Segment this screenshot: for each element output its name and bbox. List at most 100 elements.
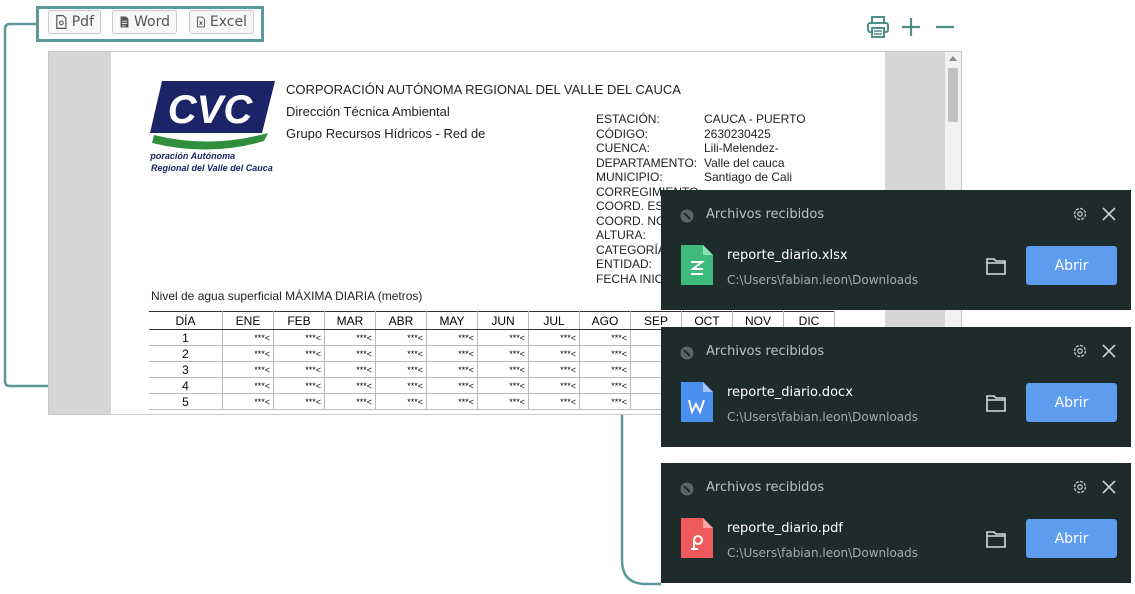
scroll-up-arrow-icon[interactable]	[949, 56, 957, 61]
settings-gear-icon[interactable]	[1072, 343, 1088, 359]
doc-direction: Dirección Técnica Ambiental	[286, 104, 450, 119]
station-value: Lili-Melendez-	[704, 141, 779, 155]
zoom-out-button[interactable]	[932, 14, 958, 40]
value-cell: ***<	[426, 361, 478, 378]
value-cell: ***<	[375, 345, 427, 362]
export-pdf-button[interactable]: Pdf	[48, 10, 101, 34]
print-button[interactable]	[865, 14, 891, 40]
value-cell: ***<	[222, 329, 274, 346]
value-cell: ***<	[222, 377, 274, 394]
svg-text:CVC: CVC	[168, 88, 254, 132]
col-header: ENE	[222, 311, 274, 330]
svg-text:Corporación Autónoma: Corporación Autónoma	[150, 151, 235, 161]
station-label: CUENCA:	[596, 141, 651, 155]
col-header: DÍA	[149, 311, 223, 330]
logo-caption: Regional del Valle del Cauca	[151, 163, 273, 173]
file-path: C:\Users\fabian.leon\Downloads	[727, 546, 919, 560]
value-cell: ***<	[477, 361, 529, 378]
minus-icon	[936, 25, 954, 29]
doc-org-title: CORPORACIÓN AUTÓNOMA REGIONAL DEL VALLE …	[286, 82, 681, 97]
export-word-label: Word	[134, 14, 170, 30]
col-header: ABR	[375, 311, 427, 330]
day-cell: 3	[149, 361, 223, 378]
value-cell: ***<	[273, 329, 325, 346]
settings-gear-icon[interactable]	[1072, 479, 1088, 495]
value-cell: ***<	[273, 361, 325, 378]
value-cell: ***<	[477, 377, 529, 394]
notification-docx: Archivos recibidos reporte_diario.docx C…	[661, 327, 1131, 447]
value-cell: ***<	[375, 377, 427, 394]
file-path: C:\Users\fabian.leon\Downloads	[727, 410, 919, 424]
file-name: reporte_diario.xlsx	[727, 248, 848, 263]
value-cell: ***<	[426, 377, 478, 394]
value-cell: ***<	[477, 393, 529, 410]
col-header: MAY	[426, 311, 478, 330]
day-cell: 5	[149, 393, 223, 410]
col-header: MAR	[324, 311, 376, 330]
word-file-icon	[120, 16, 129, 28]
notification-app-icon	[680, 482, 694, 496]
export-excel-button[interactable]: Excel	[189, 10, 254, 34]
pdf-file-icon	[681, 518, 713, 558]
close-icon[interactable]	[1101, 479, 1117, 495]
cvc-logo: CVC Corporación Autónoma	[150, 81, 275, 161]
value-cell: ***<	[579, 361, 631, 378]
value-cell: ***<	[426, 393, 478, 410]
value-cell: ***<	[273, 377, 325, 394]
word-file-icon	[681, 382, 713, 422]
file-name: reporte_diario.pdf	[727, 521, 843, 536]
value-cell: ***<	[477, 345, 529, 362]
export-word-button[interactable]: Word	[112, 10, 177, 34]
table-title: Nivel de agua superficial MÁXIMA DIARIA …	[151, 289, 423, 303]
open-file-button[interactable]: Abrir	[1026, 519, 1117, 558]
excel-file-icon	[681, 245, 713, 285]
station-label: CÓDIGO:	[596, 126, 649, 141]
col-header: JUN	[477, 311, 529, 330]
value-cell: ***<	[273, 393, 325, 410]
value-cell: ***<	[528, 393, 580, 410]
settings-gear-icon[interactable]	[1072, 206, 1088, 222]
col-header: FEB	[273, 311, 325, 330]
folder-icon[interactable]	[986, 257, 1006, 275]
station-value: Valle del cauca	[704, 155, 785, 170]
value-cell: ***<	[324, 361, 376, 378]
value-cell: ***<	[324, 377, 376, 394]
open-file-button[interactable]: Abrir	[1026, 383, 1117, 422]
station-value: CAUCA - PUERTO	[704, 112, 806, 126]
col-header: JUL	[528, 311, 580, 330]
value-cell: ***<	[324, 329, 376, 346]
notification-xlsx: Archivos recibidos reporte_diario.xlsx C…	[661, 190, 1131, 310]
station-label: ESTACIÓN:	[596, 112, 660, 126]
zoom-in-button[interactable]	[898, 14, 924, 40]
notification-title: Archivos recibidos	[706, 344, 825, 359]
day-cell: 4	[149, 377, 223, 394]
close-icon[interactable]	[1101, 206, 1117, 222]
station-label: DEPARTAMENTO:	[596, 155, 698, 170]
value-cell: ***<	[426, 345, 478, 362]
value-cell: ***<	[528, 361, 580, 378]
close-icon[interactable]	[1101, 343, 1117, 359]
export-pdf-label: Pdf	[71, 14, 94, 30]
export-excel-label: Excel	[209, 14, 247, 30]
folder-icon[interactable]	[986, 530, 1006, 548]
station-label: MUNICIPIO:	[596, 170, 663, 184]
file-path: C:\Users\fabian.leon\Downloads	[727, 273, 919, 287]
value-cell: ***<	[375, 361, 427, 378]
open-file-button[interactable]: Abrir	[1026, 246, 1117, 285]
plus-icon	[902, 18, 920, 36]
scroll-thumb[interactable]	[948, 68, 958, 122]
printer-icon	[867, 16, 889, 38]
value-cell: ***<	[528, 345, 580, 362]
value-cell: ***<	[579, 329, 631, 346]
pdf-file-icon	[56, 15, 67, 29]
excel-file-icon	[196, 16, 205, 28]
notification-pdf: Archivos recibidos reporte_diario.pdf C:…	[661, 463, 1131, 583]
folder-icon[interactable]	[986, 394, 1006, 412]
value-cell: ***<	[426, 329, 478, 346]
station-values: CAUCA - PUERTO 2630230425 Lili-Melendez-…	[704, 112, 806, 185]
notification-title: Archivos recibidos	[706, 480, 825, 495]
value-cell: ***<	[375, 393, 427, 410]
value-cell: ***<	[528, 329, 580, 346]
value-cell: ***<	[273, 345, 325, 362]
day-cell: 1	[149, 329, 223, 346]
